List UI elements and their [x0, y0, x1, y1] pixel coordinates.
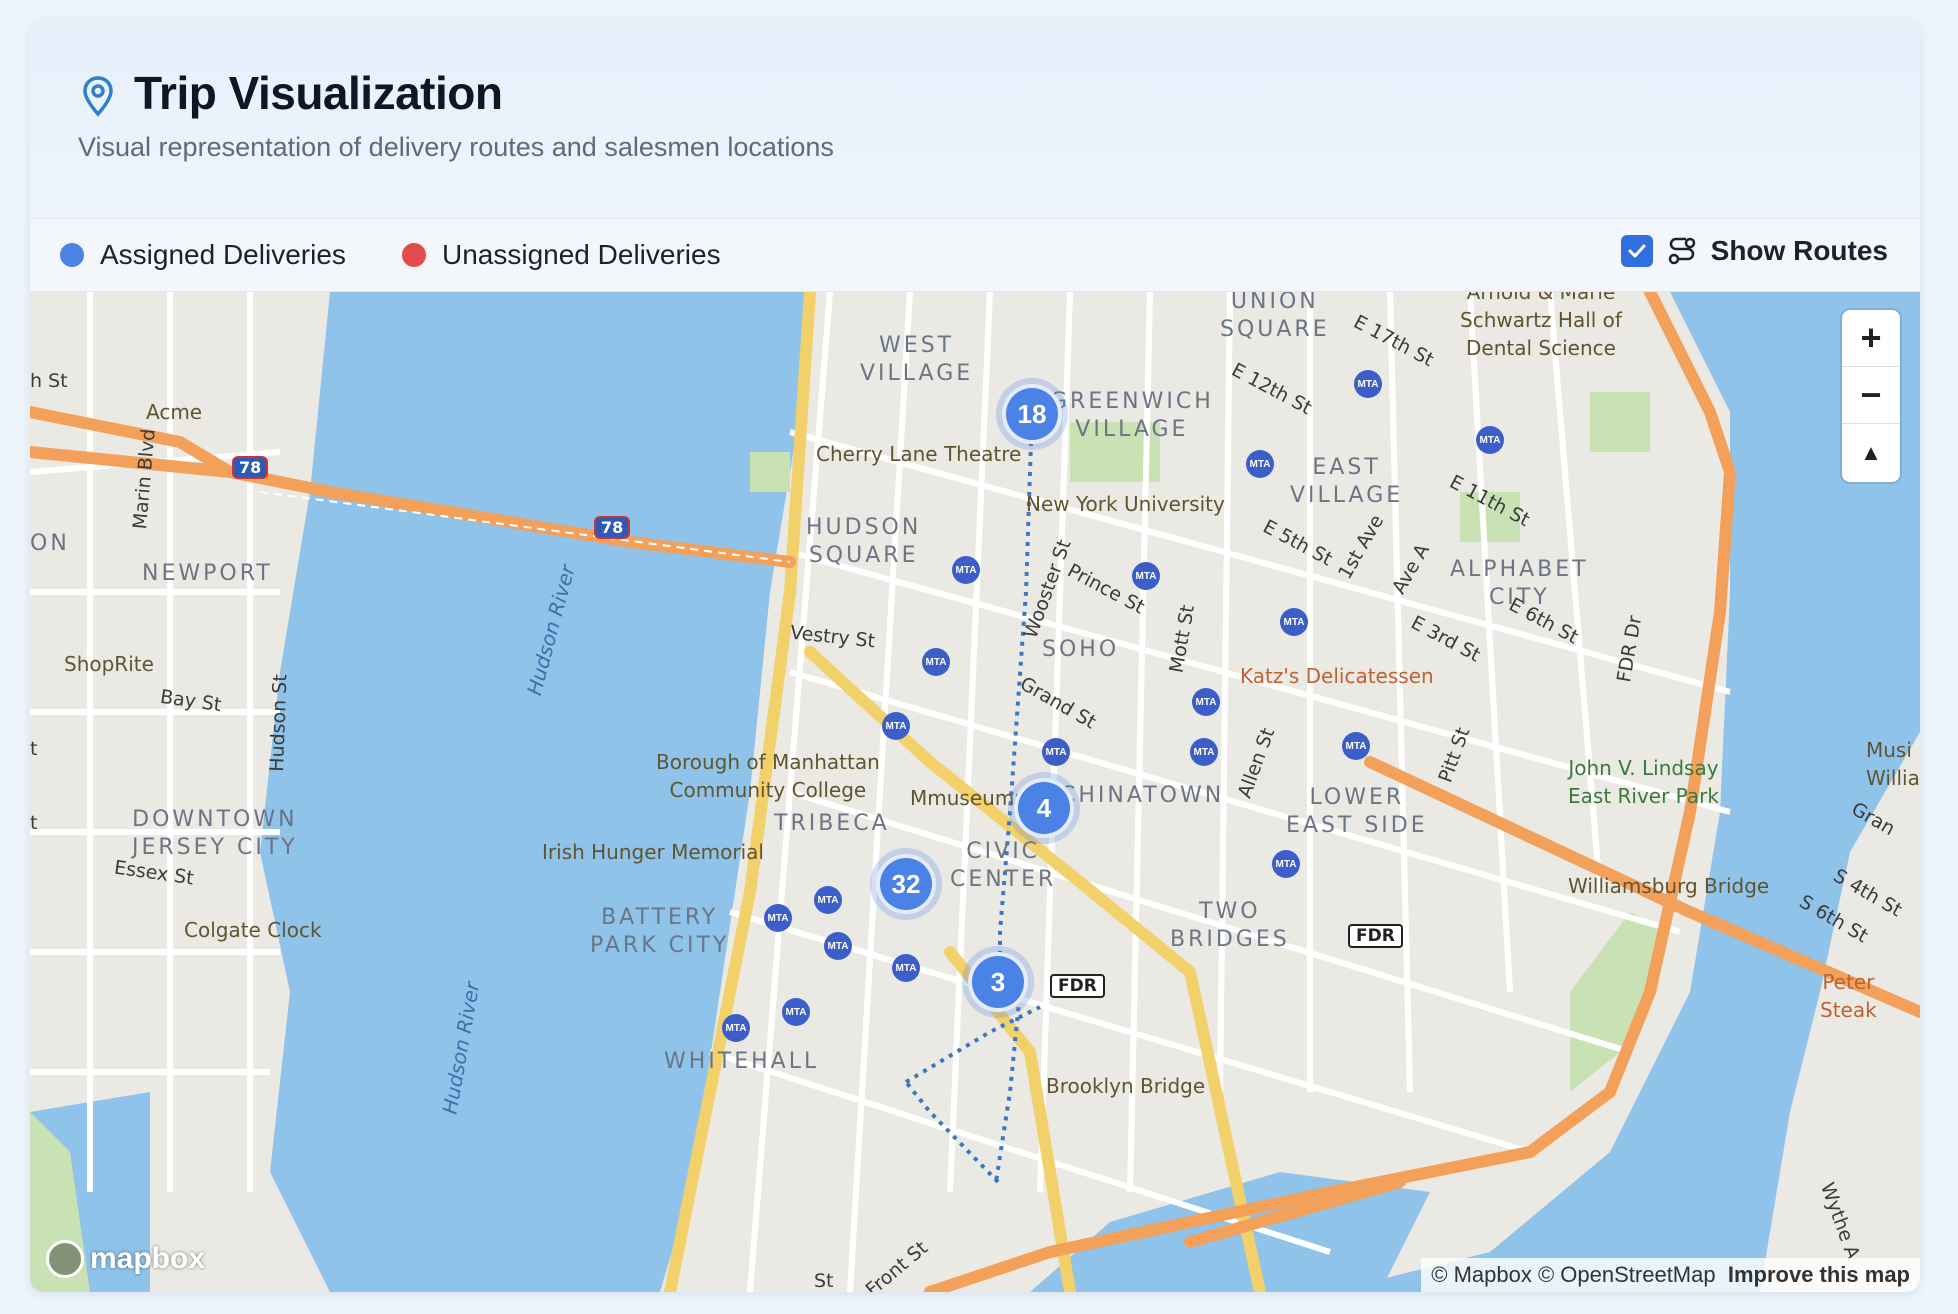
area-downtown-jersey-city: DOWNTOWN JERSEY CITY	[132, 807, 298, 860]
subway-icon: MTA	[1342, 732, 1370, 760]
street-t-partial-2: t	[30, 812, 38, 834]
improve-map-link[interactable]: Improve this map	[1728, 1262, 1910, 1287]
route-icon	[1668, 237, 1695, 265]
street-h-st: h St	[30, 370, 68, 392]
area-newport: NEWPORT	[142, 561, 273, 586]
legend-unassigned-label: Unassigned Deliveries	[442, 239, 721, 270]
subway-icon: MTA	[824, 932, 852, 960]
compass-button[interactable]: ▲	[1842, 424, 1900, 481]
area-east-village: EAST VILLAGE	[1290, 455, 1404, 508]
area-soho: SOHO	[1042, 637, 1120, 662]
legend-bar: Assigned Deliveries Unassigned Deliverie…	[30, 218, 1920, 292]
show-routes-toggle[interactable]: Show Routes	[1620, 235, 1888, 267]
attribution-text[interactable]: © Mapbox © OpenStreetMap	[1431, 1262, 1715, 1287]
map-pin-icon	[83, 76, 113, 117]
street-t-partial: t	[30, 738, 38, 760]
card-header: Trip Visualization Visual representation…	[30, 20, 1920, 218]
interstate-78-shield: 78	[232, 456, 269, 479]
subway-icon: MTA	[952, 556, 980, 584]
subway-icon: MTA	[1272, 850, 1300, 878]
fdr-shield: FDR	[1348, 924, 1403, 948]
interstate-78-shield-2: 78	[594, 516, 631, 539]
delivery-cluster[interactable]: 32	[876, 854, 936, 914]
poi-williamsburg-bridge: Williamsburg Bridge	[1568, 874, 1770, 898]
area-on-partial: ON	[30, 531, 70, 556]
poi-lindsay-park: John V. Lindsay East River Park	[1568, 756, 1719, 808]
subway-icon: MTA	[1354, 370, 1382, 398]
poi-bmcc: Borough of Manhattan Community College	[656, 750, 880, 802]
subway-icon: MTA	[764, 904, 792, 932]
subway-icon: MTA	[1280, 608, 1308, 636]
poi-peter-steak: Peter Steak	[1820, 970, 1877, 1022]
poi-acme: Acme	[146, 400, 203, 424]
subway-icon: MTA	[782, 998, 810, 1026]
delivery-cluster[interactable]: 18	[1002, 384, 1062, 444]
assigned-dot-icon	[60, 243, 84, 267]
subway-icon: MTA	[1132, 562, 1160, 590]
page-subtitle: Visual representation of delivery routes…	[78, 132, 834, 162]
subway-icon: MTA	[1246, 450, 1274, 478]
subway-icon: MTA	[1190, 738, 1218, 766]
poi-brooklyn-bridge: Brooklyn Bridge	[1046, 1074, 1206, 1098]
legend-unassigned: Unassigned Deliveries	[402, 239, 721, 271]
poi-schwartz: Arnold & Marie Schwartz Hall of Dental Sci…	[1460, 292, 1622, 360]
map-navigation-control: + − ▲	[1842, 310, 1900, 482]
area-hudson-square: HUDSON SQUARE	[806, 515, 922, 568]
subway-icon: MTA	[1192, 688, 1220, 716]
subway-icon: MTA	[892, 954, 920, 982]
subway-icon: MTA	[814, 886, 842, 914]
area-chinatown: CHINATOWN	[1060, 783, 1225, 808]
poi-cherry-lane: Cherry Lane Theatre	[816, 442, 1022, 466]
mapbox-logo-icon	[46, 1240, 84, 1278]
mapbox-logo-text: mapbox	[90, 1242, 206, 1275]
area-union-square: UNION SQUARE	[1220, 292, 1330, 342]
area-west-village: WEST VILLAGE	[860, 333, 974, 386]
poi-irish-hunger: Irish Hunger Memorial	[542, 840, 764, 864]
subway-icon: MTA	[722, 1014, 750, 1042]
legend-assigned: Assigned Deliveries	[60, 239, 346, 271]
area-battery-park-city: BATTERY PARK CITY	[590, 905, 730, 958]
show-routes-label: Show Routes	[1710, 235, 1888, 266]
mapbox-logo[interactable]: mapbox	[46, 1240, 205, 1278]
fdr-shield-2: FDR	[1050, 974, 1105, 998]
page-title: Trip Visualization	[134, 67, 503, 119]
subway-icon: MTA	[922, 648, 950, 676]
area-civic-center: CIVIC CENTER	[950, 839, 1057, 892]
subway-icon: MTA	[1042, 738, 1070, 766]
area-tribeca: TRIBECA	[774, 811, 890, 836]
poi-shoprite: ShopRite	[64, 652, 154, 676]
zoom-out-button[interactable]: −	[1842, 367, 1900, 424]
street-hudson: Hudson St	[266, 673, 292, 773]
area-greenwich-village: GREENWICH VILLAGE	[1050, 389, 1214, 442]
poi-nyu: New York University	[1026, 492, 1225, 516]
unassigned-dot-icon	[402, 243, 426, 267]
zoom-in-button[interactable]: +	[1842, 310, 1900, 367]
poi-katz: Katz's Delicatessen	[1240, 664, 1434, 688]
poi-musi: Musi Willia	[1866, 738, 1920, 790]
trip-visualization-card: Trip Visualization Visual representation…	[30, 20, 1920, 1292]
subway-icon: MTA	[882, 712, 910, 740]
legend-assigned-label: Assigned Deliveries	[100, 239, 346, 270]
area-two-bridges: TWO BRIDGES	[1170, 899, 1290, 952]
map-attribution: © Mapbox © OpenStreetMap Improve this ma…	[1421, 1258, 1920, 1292]
map-canvas[interactable]: UNION SQUARE WEST VILLAGE GREENWICH VILLAGE…	[30, 292, 1920, 1292]
area-whitehall: WHITEHALL	[664, 1049, 820, 1074]
area-lower-east-side: LOWER EAST SIDE	[1286, 785, 1428, 838]
delivery-cluster[interactable]: 3	[968, 952, 1028, 1012]
check-icon	[1628, 244, 1646, 258]
poi-colgate-clock: Colgate Clock	[184, 918, 322, 942]
show-routes-checkbox[interactable]	[1620, 235, 1653, 267]
delivery-cluster[interactable]: 4	[1014, 778, 1074, 838]
subway-icon: MTA	[1476, 426, 1504, 454]
street-st-partial: St	[814, 1270, 834, 1292]
